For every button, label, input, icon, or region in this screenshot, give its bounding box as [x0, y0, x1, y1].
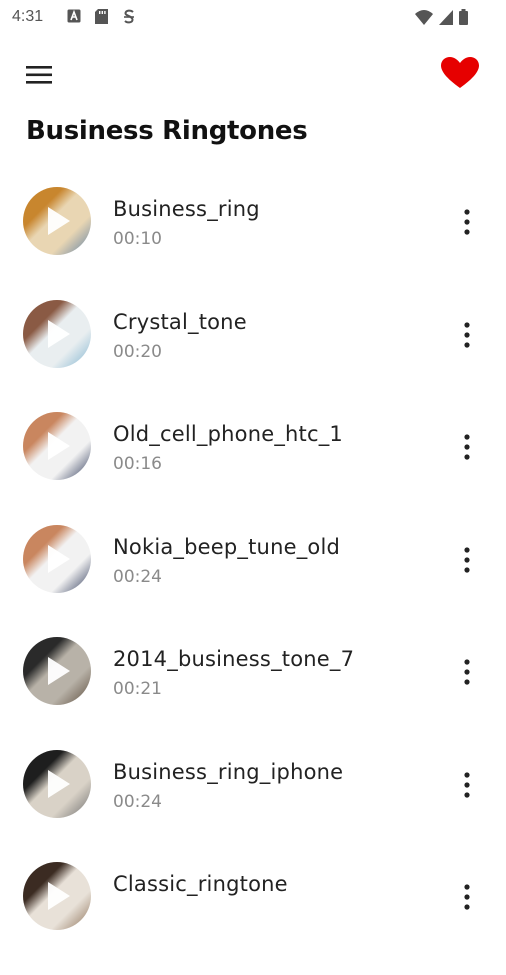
ringtone-title: Nokia_beep_tune_old: [113, 534, 341, 559]
hamburger-menu-icon: [26, 66, 52, 84]
more-options-button[interactable]: [455, 657, 479, 687]
ringtone-item[interactable]: Classic_ringtone: [0, 862, 506, 975]
ringtone-duration: 00:24: [113, 566, 162, 587]
more-options-button[interactable]: [455, 545, 479, 575]
more-vert-icon: [464, 884, 470, 910]
ringtone-item[interactable]: Business_ring_iphone 00:24: [0, 749, 506, 863]
ringtone-title: Business_ring_iphone: [113, 759, 344, 784]
ringtone-duration: 00:21: [113, 679, 162, 699]
wifi-icon: [415, 9, 433, 25]
more-vert-icon: [464, 434, 470, 460]
ringtone-title: Crystal_tone: [113, 309, 247, 334]
cell-signal-icon: [439, 9, 453, 25]
ringtone-title: 2014_business_tone_7: [113, 647, 355, 671]
ringtone-duration: 00:16: [113, 454, 162, 474]
more-options-button[interactable]: [455, 432, 479, 462]
play-icon: [48, 432, 70, 460]
ringtone-item[interactable]: Business_ring 00:10: [0, 187, 506, 300]
ringtone-title: Old_cell_phone_htc_1: [113, 422, 343, 446]
heart-icon: [441, 57, 479, 88]
more-vert-icon: [464, 771, 470, 798]
ringtone-duration: 00:24: [113, 791, 162, 812]
play-icon: [48, 319, 70, 348]
more-vert-icon: [464, 659, 470, 685]
a-badge-icon: [67, 9, 81, 23]
ringtone-thumbnail[interactable]: [23, 862, 91, 930]
sd-card-icon: [95, 9, 108, 24]
ringtone-title: Business_ring: [113, 197, 260, 221]
ringtone-duration: 00:10: [113, 229, 162, 249]
ringtone-item[interactable]: Old_cell_phone_htc_1 00:16: [0, 412, 506, 525]
page-title: Business Ringtones: [26, 116, 308, 146]
ringtone-thumbnail[interactable]: [23, 299, 91, 368]
more-vert-icon: [464, 546, 470, 573]
ringtone-title: Classic_ringtone: [113, 872, 288, 896]
status-time: 4:31: [12, 8, 44, 25]
more-options-button[interactable]: [455, 207, 479, 237]
ringtone-thumbnail[interactable]: [23, 749, 91, 818]
more-options-button[interactable]: [455, 882, 479, 912]
ringtone-item[interactable]: Nokia_beep_tune_old 00:24: [0, 524, 506, 638]
ringtone-thumbnail[interactable]: [23, 637, 91, 705]
play-icon: [48, 769, 70, 798]
ringtone-list: Business_ring 00:10 Crystal_tone 00:20 Old_c…: [0, 187, 506, 975]
status-icons-left: [67, 9, 136, 25]
status-bar: 4:31: [0, 0, 506, 36]
ringtone-duration: 00:20: [113, 341, 162, 362]
more-vert-icon: [464, 321, 470, 348]
more-options-button[interactable]: [455, 320, 479, 350]
more-vert-icon: [464, 209, 470, 235]
ringtone-item[interactable]: Crystal_tone 00:20: [0, 299, 506, 413]
play-icon: [48, 207, 70, 235]
menu-button[interactable]: [20, 58, 60, 90]
ringtone-thumbnail[interactable]: [23, 187, 91, 255]
play-icon: [48, 544, 70, 573]
ringtone-thumbnail[interactable]: [23, 412, 91, 480]
ringtone-thumbnail[interactable]: [23, 524, 91, 593]
app-bar: [0, 48, 506, 98]
play-icon: [48, 882, 70, 910]
more-options-button[interactable]: [455, 770, 479, 800]
status-icons-right: [415, 9, 468, 25]
play-icon: [48, 657, 70, 685]
favorites-button[interactable]: [440, 55, 480, 91]
s-circle-icon: [124, 9, 134, 24]
ringtone-item[interactable]: 2014_business_tone_7 00:21: [0, 637, 506, 750]
battery-icon: [459, 9, 468, 25]
